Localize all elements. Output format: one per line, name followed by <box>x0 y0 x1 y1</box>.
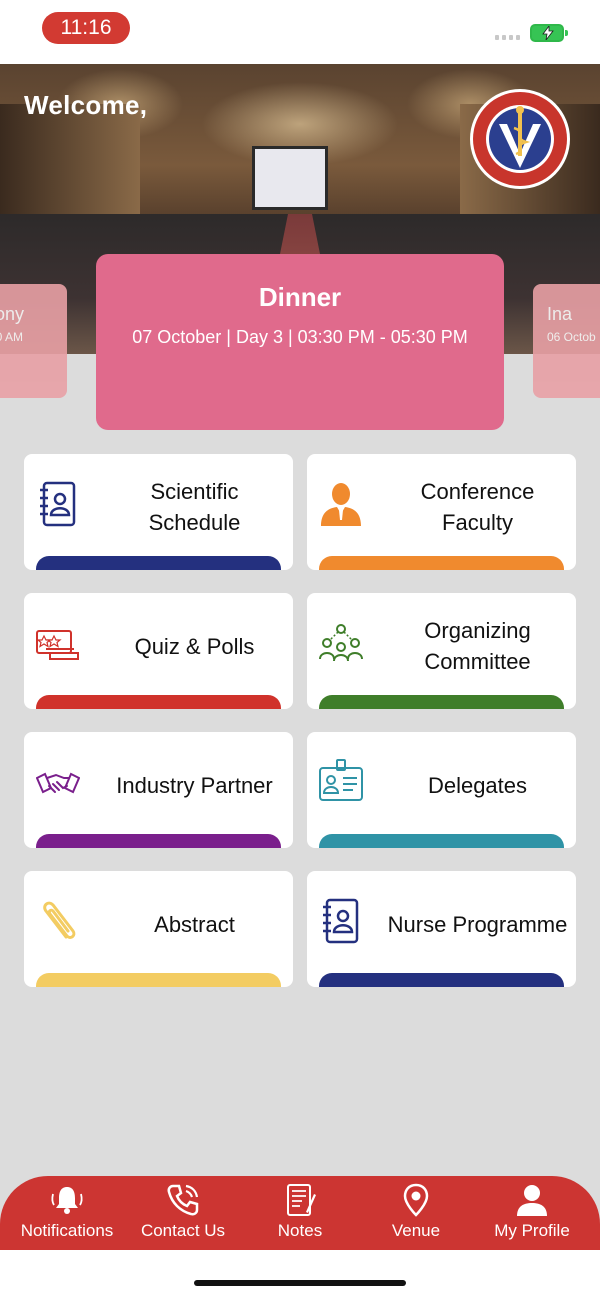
event-current-subtitle: 07 October | Day 3 | 03:30 PM - 05:30 PM <box>132 327 468 347</box>
tile-scientific-schedule[interactable]: Scientific Schedule <box>24 454 293 570</box>
tile-quiz-polls[interactable]: Quiz & Polls <box>24 593 293 709</box>
tile-color-bar <box>319 834 564 848</box>
battery-icon <box>530 24 568 42</box>
nav-notes[interactable]: Notes <box>240 1176 360 1250</box>
event-prev-title: ony <box>0 304 24 324</box>
team-network-icon <box>319 624 363 662</box>
tile-conference-faculty[interactable]: Conference Faculty <box>307 454 576 570</box>
notes-icon <box>287 1184 316 1216</box>
tile-abstract[interactable]: Abstract <box>24 871 293 987</box>
tile-color-bar <box>36 556 281 570</box>
location-pin-icon <box>403 1183 429 1217</box>
hall-screen-image <box>252 146 328 210</box>
event-card-next[interactable]: Ina 06 Octob <box>533 284 600 398</box>
event-next-subtitle: 06 Octob <box>547 330 596 344</box>
nav-venue[interactable]: Venue <box>356 1176 476 1250</box>
event-card-current[interactable]: Dinner 07 October | Day 3 | 03:30 PM - 0… <box>96 254 504 430</box>
event-card-prev[interactable]: ony 05:30 AM <box>0 284 67 398</box>
nav-label: Contact Us <box>140 1221 226 1240</box>
tile-label: Delegates <box>427 772 528 798</box>
phone-icon <box>167 1184 199 1216</box>
handshake-icon <box>36 772 80 794</box>
tile-color-bar <box>36 834 281 848</box>
tile-label: Conference Faculty <box>420 479 535 535</box>
welcome-text: Welcome, <box>24 90 148 120</box>
event-next-title: Ina <box>547 304 573 324</box>
contact-book-icon <box>40 481 76 527</box>
status-time: 11:16 <box>42 12 130 44</box>
tile-color-bar <box>36 695 281 709</box>
tile-nurse-programme[interactable]: Nurse Programme <box>307 871 576 987</box>
bell-icon <box>51 1187 83 1214</box>
tile-label: Organizing Committee <box>424 618 531 674</box>
tile-label: Scientific Schedule <box>148 479 241 535</box>
bottom-nav: Notifications Contact Us Notes Venue My … <box>0 1176 600 1250</box>
signal-icon <box>495 35 520 40</box>
tile-label: Nurse Programme <box>387 911 568 937</box>
tile-label: Abstract <box>154 911 235 937</box>
person-tie-icon <box>321 483 361 526</box>
contact-book-icon <box>323 898 359 944</box>
tile-delegates[interactable]: Delegates <box>307 732 576 848</box>
status-bar: 11:16 <box>0 0 600 64</box>
tile-industry-partner[interactable]: Industry Partner <box>24 732 293 848</box>
user-icon <box>517 1185 547 1216</box>
home-indicator[interactable] <box>194 1280 406 1286</box>
nav-notifications[interactable]: Notifications <box>7 1176 127 1250</box>
home-indicator-area <box>0 1250 600 1299</box>
tile-organizing-committee[interactable]: Organizing Committee <box>307 593 576 709</box>
nav-label: Notifications <box>20 1221 114 1240</box>
event-prev-subtitle: 05:30 AM <box>0 330 23 344</box>
nav-contact-us[interactable]: Contact Us <box>123 1176 243 1250</box>
tile-label: Quiz & Polls <box>134 633 255 659</box>
event-current-title: Dinner <box>258 282 342 312</box>
nav-my-profile[interactable]: My Profile <box>472 1176 592 1250</box>
society-logo <box>470 89 570 189</box>
tile-color-bar <box>319 973 564 987</box>
tile-color-bar <box>36 973 281 987</box>
id-card-icon <box>319 759 363 801</box>
ballot-icon <box>36 630 79 660</box>
tile-color-bar <box>319 556 564 570</box>
paperclip-icon <box>43 901 76 939</box>
nav-label: My Profile <box>494 1221 570 1240</box>
nav-label: Notes <box>277 1221 323 1240</box>
nav-label: Venue <box>391 1221 441 1240</box>
tile-label: Industry Partner <box>116 772 273 798</box>
tile-color-bar <box>319 695 564 709</box>
